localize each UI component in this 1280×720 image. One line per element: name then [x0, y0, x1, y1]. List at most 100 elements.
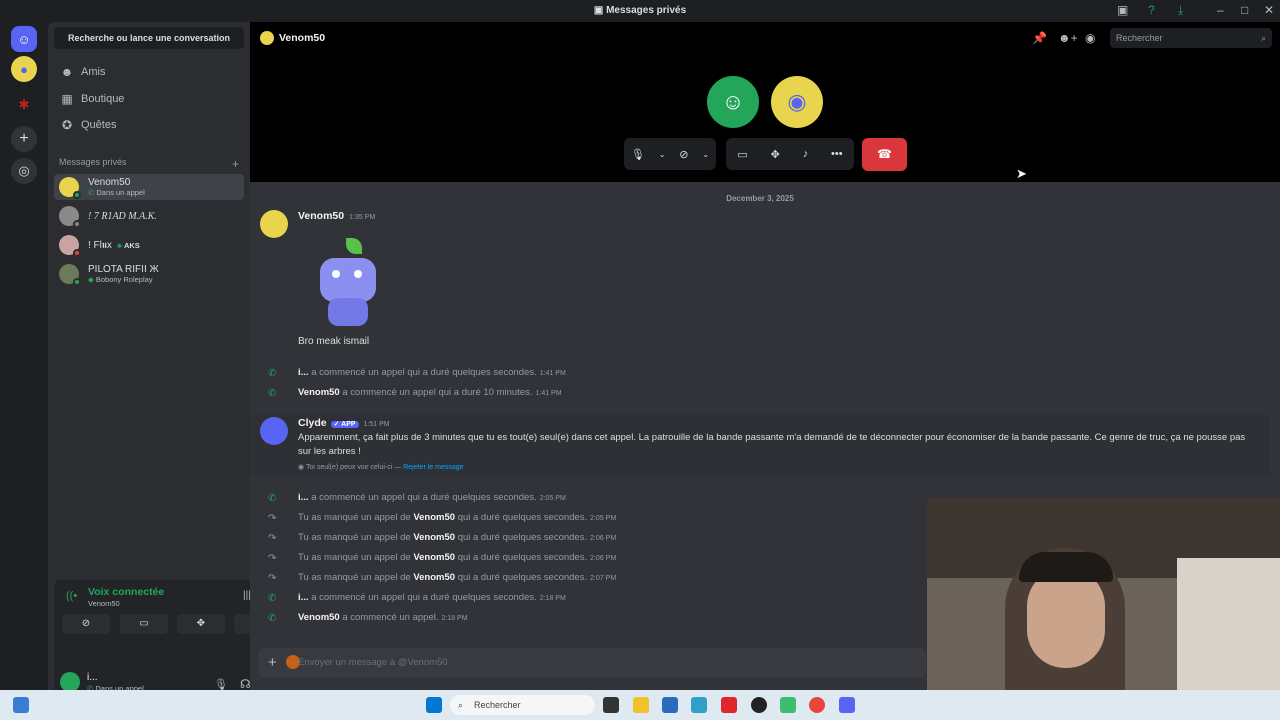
add-attachment-icon[interactable]: + — [268, 654, 277, 671]
message-input[interactable]: Envoyer un message à @Venom50 — [298, 657, 448, 668]
server-rail: ☺ ● ✱ + ◎ — [0, 22, 48, 690]
minimize-icon[interactable]: – — [1217, 3, 1224, 17]
header-search-input[interactable]: Rechercher ⌕ — [1110, 28, 1272, 48]
explore-icon[interactable]: ◎ — [11, 158, 37, 184]
system-message: Tu as manqué un appel de Venom50 qui a d… — [298, 572, 617, 583]
conversation-search-button[interactable]: Recherche ou lance une conversation — [54, 27, 244, 49]
dismiss-link[interactable]: Rejeter le message — [403, 464, 463, 471]
voice-status[interactable]: Voix connectée — [88, 586, 164, 598]
message-author[interactable]: Venom50 1:35 PM — [298, 210, 375, 222]
screen-share-button[interactable]: ▭ — [120, 614, 168, 634]
dm-activity-text: Bobony Roleplay — [95, 275, 153, 284]
discord-taskbar-icon[interactable] — [839, 697, 855, 713]
start-icon[interactable] — [426, 697, 442, 713]
discord-small-icon: ▣ — [593, 5, 607, 16]
leaf-icon: ♣ — [116, 240, 122, 250]
close-icon[interactable]: ✕ — [1264, 3, 1274, 17]
app-icon-green[interactable] — [780, 697, 796, 713]
message-text: Apparemment, ça fait plus de 3 minutes q… — [298, 432, 1246, 457]
server-avatar[interactable]: ● — [11, 56, 37, 82]
task-view-icon[interactable] — [603, 697, 619, 713]
download-icon[interactable]: ⤓ — [1178, 3, 1183, 18]
home-discord-icon[interactable]: ☺ — [11, 26, 37, 52]
edge-icon[interactable] — [691, 697, 707, 713]
app-icon-dark[interactable] — [751, 697, 767, 713]
message-text: Bro meak ismail — [298, 336, 370, 347]
call-actions-group: ▭ ✥ ♪ ••• — [726, 138, 854, 170]
chevron-down-icon[interactable]: ⌄ — [659, 150, 666, 159]
participant-self-avatar[interactable]: ☺ — [707, 76, 759, 128]
maximize-icon[interactable]: □ — [1241, 3, 1248, 17]
participant-venom-avatar[interactable]: ◉ — [771, 76, 823, 128]
system-message: i... a commencé un appel qui a duré quel… — [298, 367, 566, 378]
nav-quests[interactable]: ✪ Quêtes — [60, 115, 117, 135]
nav-friends[interactable]: ☻ Amis — [60, 62, 106, 82]
avatar — [59, 235, 81, 257]
missed-call-icon: ↷ — [268, 553, 277, 564]
clan-tag-text: AKS — [123, 240, 140, 250]
message-author[interactable]: Clyde ✓ APP 1:51 PM — [298, 417, 390, 429]
dm-item-pilota[interactable]: PILOTA RIFII Ж ◆ Bobony Roleplay — [54, 261, 244, 287]
windows-taskbar: ⌕ Rechercher — [0, 690, 1280, 720]
call-icon: ✆ — [268, 593, 277, 604]
chrome-icon[interactable] — [809, 697, 825, 713]
search-icon: ⌕ — [1260, 33, 1266, 43]
missed-call-icon: ↷ — [268, 533, 277, 544]
system-message: Venom50 a commencé un appel. 2:18 PM — [298, 612, 468, 623]
dm-name: Venom50 — [88, 177, 131, 188]
screen-share-icon[interactable]: ▭ — [737, 148, 747, 161]
camera-off-button[interactable]: ⊘ — [62, 614, 110, 634]
avatar[interactable] — [260, 210, 288, 238]
add-server-icon[interactable]: + — [11, 126, 37, 152]
missed-call-icon: ↷ — [268, 513, 277, 524]
add-friend-icon[interactable]: ☻+ — [1058, 31, 1078, 45]
dm-item-venom50[interactable]: Venom50 ✆ Dans un appel — [54, 174, 244, 200]
inbox-icon[interactable]: ▣ — [1117, 3, 1128, 17]
app-icon-red[interactable] — [721, 697, 737, 713]
hangup-button[interactable]: ☎ — [862, 138, 907, 171]
voice-channel: Venom50 — [88, 599, 120, 608]
user-name: i... — [87, 672, 98, 683]
add-dm-icon[interactable]: + — [232, 157, 239, 171]
mic-video-group: 🎙 ⌄ ⊘ ⌄ — [624, 138, 716, 170]
chevron-down-icon[interactable]: ⌄ — [702, 150, 709, 159]
call-icon: ✆ — [268, 388, 277, 399]
quests-icon: ✪ — [61, 118, 73, 132]
profile-icon[interactable]: ◉ — [1085, 31, 1095, 45]
system-message: Tu as manqué un appel de Venom50 qui a d… — [298, 512, 617, 523]
taskbar-search[interactable]: ⌕ Rechercher — [450, 695, 595, 715]
system-message: Tu as manqué un appel de Venom50 qui a d… — [298, 552, 617, 563]
system-message: i... a commencé un appel qui a duré quel… — [298, 492, 566, 503]
dm-status: ✆ Dans un appel — [88, 188, 145, 197]
microphone-icon[interactable]: 🎙 — [631, 148, 645, 161]
webcam-overlay — [927, 498, 1280, 720]
dm-header-label: Messages privés — [59, 157, 127, 167]
call-panel: Venom50 📌 ☻+ ◉ Rechercher ⌕ ☺ ◉ 🎙 ⌄ ⊘ ⌄ ▭ ✥… — [250, 22, 1280, 182]
dm-name: PILOTA RIFII Ж — [88, 264, 159, 275]
avatar — [59, 206, 81, 228]
store-icon[interactable] — [662, 697, 678, 713]
clyde-avatar[interactable] — [260, 417, 288, 445]
avatar — [59, 177, 81, 199]
server-avatar-red[interactable]: ✱ — [11, 92, 37, 118]
dm-item-riad[interactable]: ! 7 R1AD M.A.K. — [54, 203, 244, 229]
more-icon[interactable]: ••• — [831, 148, 843, 160]
missed-call-icon: ↷ — [268, 573, 277, 584]
nav-label: Quêtes — [81, 119, 117, 131]
activities-button[interactable]: ✥ — [177, 614, 225, 634]
search-icon: ⌕ — [458, 700, 464, 710]
widgets-icon[interactable] — [13, 697, 29, 713]
file-explorer-icon[interactable] — [633, 697, 649, 713]
wumpus-sticker — [310, 236, 386, 328]
dm-item-flux[interactable]: ! Fl𝖚x ♣ AKS — [54, 232, 244, 258]
help-icon[interactable]: ? — [1148, 3, 1155, 17]
header-avatar — [260, 31, 274, 45]
discord-logo-icon: ☺ — [721, 89, 745, 114]
camera-off-icon[interactable]: ⊘ — [679, 148, 688, 161]
user-avatar[interactable] — [60, 672, 80, 692]
message-time: 1:35 PM — [349, 214, 376, 221]
soundboard-icon[interactable]: ♪ — [803, 148, 809, 160]
nav-shop[interactable]: ▦ Boutique — [60, 89, 124, 109]
activities-icon[interactable]: ✥ — [771, 148, 780, 161]
pin-icon[interactable]: 📌 — [1032, 31, 1047, 45]
